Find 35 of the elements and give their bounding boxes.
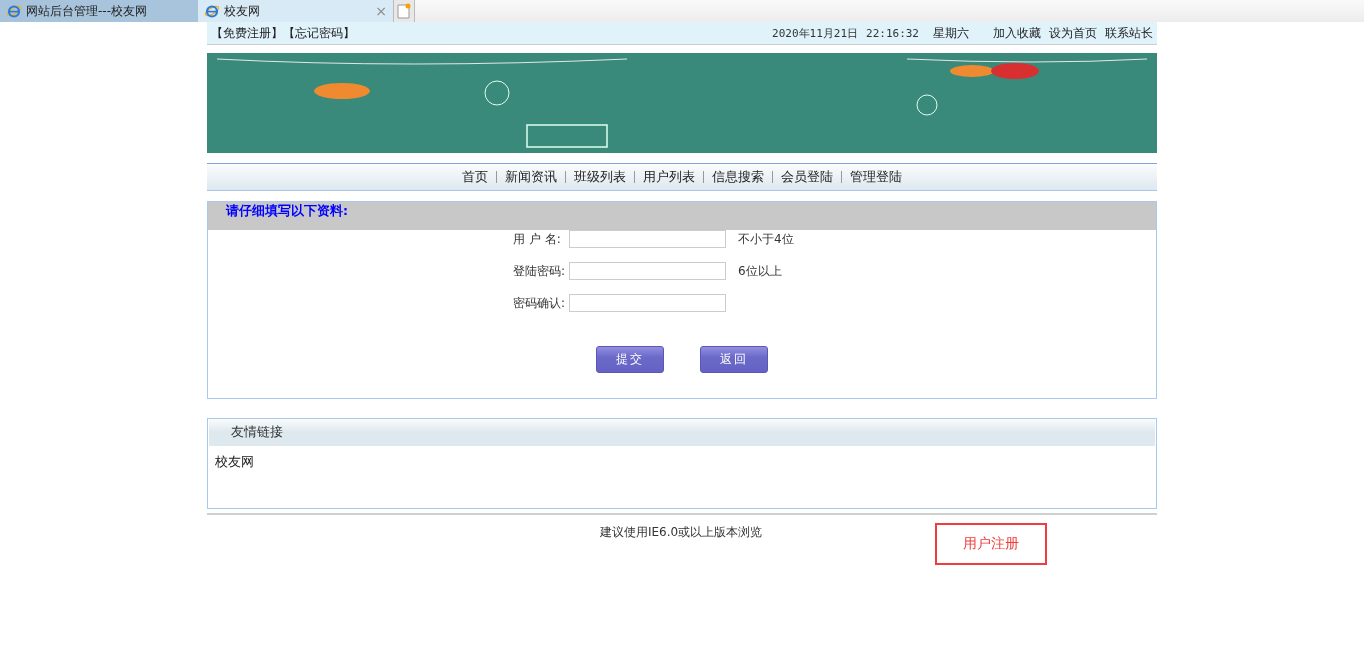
field-hint: 不小于4位 bbox=[738, 230, 794, 248]
browser-logo-icon bbox=[6, 3, 22, 19]
form-button[interactable]: 返回 bbox=[700, 346, 768, 373]
browser-tab[interactable]: 校友网 × bbox=[198, 0, 394, 22]
footer-text: 建议使用IE6.0或以上版本浏览 bbox=[600, 524, 763, 541]
form-title: 请仔细填写以下资料: bbox=[208, 202, 1156, 230]
top-link[interactable]: 【忘记密码】 bbox=[283, 24, 355, 42]
nav-link[interactable]: 用户列表 bbox=[643, 168, 695, 186]
nav-link[interactable]: 班级列表 bbox=[574, 168, 626, 186]
top-link[interactable]: 【免费注册】 bbox=[211, 24, 283, 42]
weekday-text: 星期六 bbox=[933, 24, 969, 42]
input-field[interactable] bbox=[569, 294, 726, 312]
nav-link[interactable]: 首页 bbox=[462, 168, 488, 186]
nav-link[interactable]: 新闻资讯 bbox=[505, 168, 557, 186]
date-text: 2020年11月21日 bbox=[772, 25, 858, 41]
new-tab-icon[interactable] bbox=[397, 3, 411, 19]
nav-link[interactable]: 会员登陆 bbox=[781, 168, 833, 186]
friend-link[interactable]: 校友网 bbox=[215, 454, 254, 469]
field-label: 登陆密码: bbox=[513, 262, 567, 280]
nav-link[interactable]: 管理登陆 bbox=[850, 168, 902, 186]
field-label: 用 户 名: bbox=[513, 230, 562, 248]
annotation-label: 用户注册 bbox=[935, 523, 1047, 565]
nav-link[interactable]: 信息搜索 bbox=[712, 168, 764, 186]
form-button[interactable]: 提交 bbox=[596, 346, 664, 373]
top-action-link[interactable]: 联系站长 bbox=[1105, 24, 1153, 42]
friend-links-header: 友情链接 bbox=[209, 419, 1155, 446]
field-label: 密码确认: bbox=[513, 294, 567, 312]
input-field[interactable] bbox=[569, 230, 726, 248]
field-hint: 6位以上 bbox=[738, 262, 782, 280]
top-action-link[interactable]: 设为首页 bbox=[1049, 24, 1097, 42]
browser-logo-icon bbox=[204, 3, 220, 19]
top-action-link[interactable]: 加入收藏 bbox=[993, 24, 1041, 42]
browser-tab[interactable]: 网站后台管理---校友网 bbox=[0, 0, 198, 22]
input-field[interactable] bbox=[569, 262, 726, 280]
time-text: 22:16:32 bbox=[866, 26, 919, 40]
